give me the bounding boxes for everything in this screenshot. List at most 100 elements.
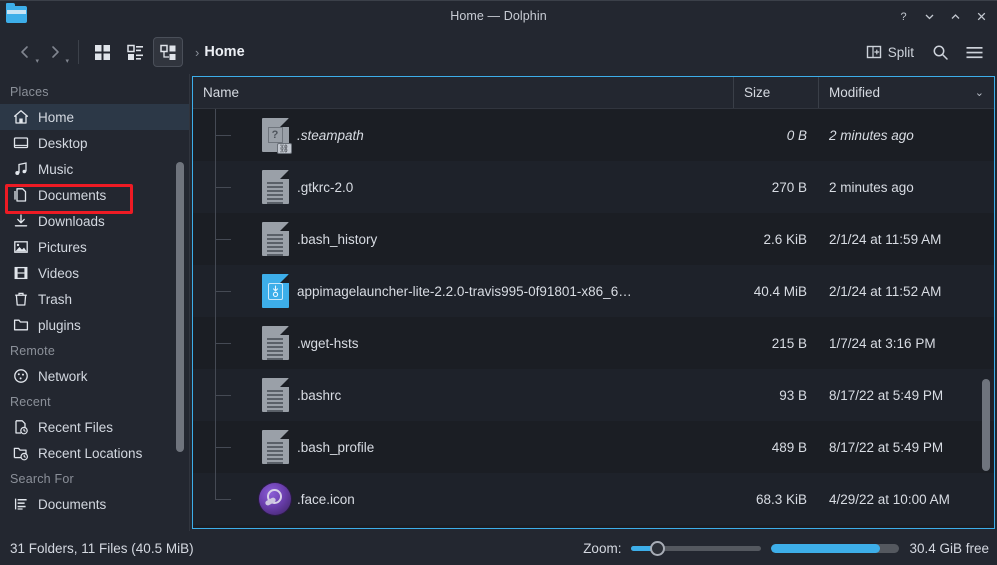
sidebar-scrollbar-thumb[interactable] bbox=[176, 162, 184, 452]
tree-branch bbox=[193, 421, 253, 473]
column-header-size-label: Size bbox=[744, 85, 771, 100]
forward-button[interactable]: ▾ bbox=[40, 37, 70, 67]
status-controls: Zoom: 30.4 GiB free bbox=[583, 539, 989, 557]
tree-branch bbox=[193, 369, 253, 421]
table-row[interactable]: .gtkrc-2.0 270 B 2 minutes ago bbox=[193, 161, 994, 213]
maximize-button[interactable] bbox=[943, 4, 967, 28]
table-row[interactable]: appimagelauncher-lite-2.2.0-travis995-0f… bbox=[193, 265, 994, 317]
file-list-scrollbar[interactable] bbox=[982, 143, 990, 524]
sidebar-item-network[interactable]: Network bbox=[0, 363, 190, 389]
sidebar-item-recent-locations[interactable]: Recent Locations bbox=[0, 440, 190, 466]
sidebar-item-label: Downloads bbox=[38, 213, 105, 229]
sidebar-item-home[interactable]: Home bbox=[0, 104, 190, 130]
view-mode-compact-button[interactable] bbox=[120, 37, 150, 67]
sidebar-item-plugins[interactable]: plugins bbox=[0, 312, 190, 338]
sidebar-item-label: plugins bbox=[38, 317, 81, 333]
close-button[interactable] bbox=[969, 4, 993, 28]
disk-capacity-bar[interactable] bbox=[771, 543, 900, 553]
sidebar-item-music[interactable]: Music bbox=[0, 156, 190, 182]
hamburger-menu-icon bbox=[966, 46, 982, 58]
sort-descending-icon: ⌄ bbox=[974, 87, 984, 99]
table-row[interactable]: ? ⛓ .steampath 0 B 2 minutes ago bbox=[193, 109, 994, 161]
zoom-slider[interactable] bbox=[631, 539, 762, 557]
forward-dropdown-caret[interactable]: ▾ bbox=[65, 58, 69, 65]
file-size: 2.6 KiB bbox=[763, 231, 807, 247]
file-rows: ? ⛓ .steampath 0 B 2 minutes ago .gtkrc-… bbox=[193, 109, 994, 528]
breadcrumb[interactable]: › Home bbox=[195, 44, 245, 60]
tree-branch bbox=[193, 213, 253, 265]
table-row[interactable]: .wget-hsts 215 B 1/7/24 at 3:16 PM bbox=[193, 317, 994, 369]
sidebar-item-label: Desktop bbox=[38, 135, 88, 151]
sidebar-section-recent-header: Recent bbox=[10, 395, 51, 409]
file-size: 270 B bbox=[771, 179, 807, 195]
split-view-button[interactable]: Split bbox=[859, 40, 921, 64]
column-header-name[interactable]: Name bbox=[193, 77, 734, 108]
window-title: Home — Dolphin bbox=[450, 8, 547, 23]
sidebar-item-label: Trash bbox=[38, 291, 73, 307]
file-name: .bash_profile bbox=[297, 439, 375, 455]
svg-text:?: ? bbox=[900, 11, 906, 23]
free-space-label: 30.4 GiB free bbox=[909, 540, 989, 556]
sidebar-item-trash[interactable]: Trash bbox=[0, 286, 190, 312]
table-row[interactable]: .bash_profile 489 B 8/17/22 at 5:49 PM bbox=[193, 421, 994, 473]
split-view-label: Split bbox=[887, 44, 914, 60]
view-mode-icons-button[interactable] bbox=[87, 37, 117, 67]
window-controls: ? bbox=[891, 1, 993, 31]
file-name: appimagelauncher-lite-2.2.0-travis995-0f… bbox=[297, 283, 632, 299]
tree-branch bbox=[193, 317, 253, 369]
search-button[interactable] bbox=[925, 37, 955, 67]
back-button[interactable]: ▾ bbox=[10, 37, 40, 67]
sidebar-item-downloads[interactable]: Downloads bbox=[0, 208, 190, 234]
minimize-button[interactable] bbox=[917, 4, 941, 28]
desktop-icon bbox=[12, 135, 29, 152]
column-header-size[interactable]: Size bbox=[734, 77, 819, 108]
sidebar-item-label: Music bbox=[38, 161, 74, 177]
text-file-icon bbox=[253, 222, 297, 256]
file-list-view: Name Size Modified ⌄ ? ⛓ .steampath 0 B … bbox=[192, 76, 995, 529]
sidebar-item-pictures[interactable]: Pictures bbox=[0, 234, 190, 260]
downloads-icon bbox=[12, 213, 29, 230]
zoom-label: Zoom: bbox=[583, 540, 622, 556]
window-folder-icon bbox=[6, 3, 27, 24]
column-header-modified[interactable]: Modified ⌄ bbox=[819, 77, 994, 108]
table-row[interactable]: .bashrc 93 B 8/17/22 at 5:49 PM bbox=[193, 369, 994, 421]
places-sidebar: Places Home Desktop Music Documents Down… bbox=[0, 74, 190, 531]
table-row[interactable]: .face.icon 68.3 KiB 4/29/22 at 10:00 AM bbox=[193, 473, 994, 525]
file-size: 489 B bbox=[771, 439, 807, 455]
status-summary: 31 Folders, 11 Files (40.5 MiB) bbox=[10, 540, 194, 556]
column-header-name-label: Name bbox=[203, 85, 240, 100]
sidebar-item-label: Recent Files bbox=[38, 419, 114, 435]
trash-icon bbox=[12, 291, 29, 308]
sidebar-section-places-header: Places bbox=[10, 85, 49, 99]
help-button[interactable]: ? bbox=[891, 4, 915, 28]
sidebar-item-documents[interactable]: Documents bbox=[0, 182, 190, 208]
sidebar-item-recent-files[interactable]: Recent Files bbox=[0, 414, 190, 440]
tree-branch bbox=[193, 265, 253, 317]
file-modified: 4/29/22 at 10:00 AM bbox=[829, 491, 950, 507]
sidebar-item-videos[interactable]: Videos bbox=[0, 260, 190, 286]
column-header-modified-label: Modified bbox=[829, 85, 881, 100]
sidebar-item-label: Videos bbox=[38, 265, 80, 281]
sidebar-item-search-documents[interactable]: Documents bbox=[0, 491, 190, 517]
file-modified: 2/1/24 at 11:59 AM bbox=[829, 231, 942, 247]
tree-branch bbox=[193, 473, 253, 525]
toolbar-right-group: Split bbox=[859, 37, 989, 67]
sidebar-item-desktop[interactable]: Desktop bbox=[0, 130, 190, 156]
main-menu-button[interactable] bbox=[959, 37, 989, 67]
network-icon bbox=[12, 368, 29, 385]
sidebar-item-label: Network bbox=[38, 368, 88, 384]
sidebar-divider bbox=[189, 74, 190, 531]
breadcrumb-item-home[interactable]: Home bbox=[204, 44, 244, 60]
steam-avatar-icon bbox=[253, 483, 297, 515]
table-row[interactable]: .bash_history 2.6 KiB 2/1/24 at 11:59 AM bbox=[193, 213, 994, 265]
sidebar-item-label: Documents bbox=[38, 187, 107, 203]
zoom-slider-handle[interactable] bbox=[650, 540, 666, 556]
back-dropdown-caret[interactable]: ▾ bbox=[35, 58, 39, 65]
documents-icon bbox=[12, 187, 29, 204]
file-modified: 8/17/22 at 5:49 PM bbox=[829, 439, 944, 455]
sidebar-scrollbar[interactable] bbox=[176, 162, 184, 452]
videos-icon bbox=[12, 265, 29, 282]
file-modified: 1/7/24 at 3:16 PM bbox=[829, 335, 936, 351]
file-list-scrollbar-thumb[interactable] bbox=[982, 379, 990, 471]
view-mode-details-button[interactable] bbox=[153, 37, 183, 67]
